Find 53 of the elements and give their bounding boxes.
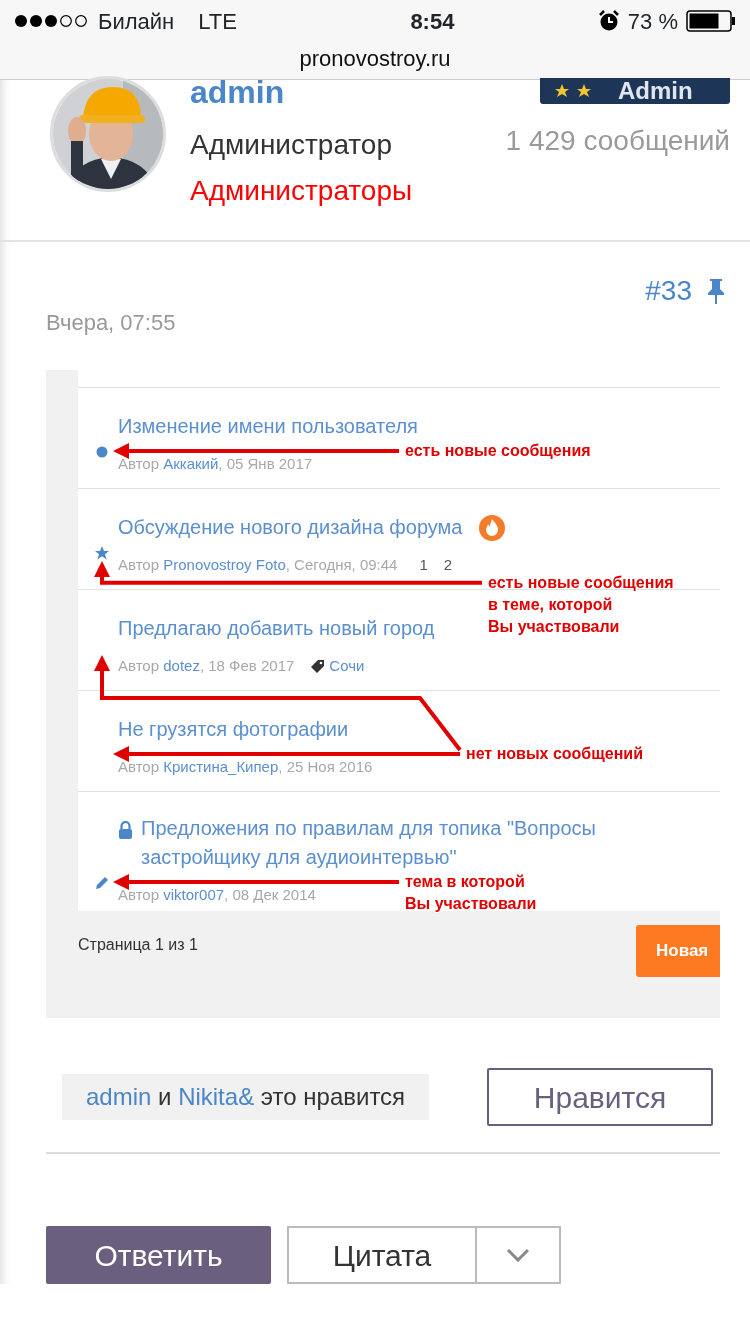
tag-link[interactable]: Сочи — [329, 655, 365, 678]
topic-meta: Автор Pronovostroy Foto, Сегодня, 09:44 — [118, 555, 398, 575]
battery-text: 73 % — [627, 7, 678, 36]
post-date: Вчера, 07:55 — [46, 309, 176, 337]
page-link[interactable]: 2 — [443, 554, 453, 577]
new-topic-button[interactable]: Новая — [636, 925, 720, 977]
topic-meta: Автор Аккакий, 05 Янв 2017 — [118, 454, 313, 474]
star-icon — [94, 545, 110, 561]
reply-button[interactable]: Ответить — [46, 1226, 271, 1284]
quote-button[interactable]: Цитата — [287, 1226, 475, 1284]
post-number-link[interactable]: #33 — [645, 270, 692, 312]
tag-icon — [310, 658, 326, 674]
annotation-text: в теме, которой — [488, 594, 614, 615]
like-button[interactable]: Нравится — [487, 1068, 713, 1126]
signal-icon — [14, 14, 90, 28]
topic-title-link[interactable]: Обсуждение нового дизайна форума — [118, 513, 463, 542]
dropdown-button[interactable] — [475, 1226, 561, 1284]
topic-meta: Автор viktor007, 08 Дек 2014 — [118, 885, 316, 905]
username-link[interactable]: admin — [190, 76, 413, 108]
user-title: Администратор — [190, 128, 393, 162]
carrier-text: Билайн — [98, 7, 175, 36]
author-link[interactable]: viktor007 — [163, 886, 225, 903]
topic-title-link[interactable]: Предложения по правилам для топика "Вопросы застройщику для аудиоинтервью" — [141, 814, 712, 872]
annotation-text: есть новые сообщения — [488, 572, 674, 593]
topic-title-link[interactable]: Не грузятся фотографии — [118, 715, 349, 744]
network-text: LTE — [198, 7, 237, 36]
author-link[interactable]: dotez — [163, 657, 200, 674]
status-dot-icon — [94, 444, 110, 460]
alarm-icon — [597, 10, 620, 32]
user-link[interactable]: Nikita& — [178, 1083, 255, 1110]
user-group: Администраторы — [190, 170, 413, 212]
topic-title-link[interactable]: Изменение имени пользователя — [118, 412, 418, 441]
annotation-text: есть новые сообщения — [405, 441, 591, 461]
annotation-text: тема в которой — [405, 872, 526, 892]
caret-icon — [506, 1248, 530, 1262]
annotation-text: нет новых сообщений — [466, 744, 643, 764]
pagination-text: Страница 1 из 1 — [78, 935, 198, 955]
topic-title-link[interactable]: Предлагаю добавить новый город — [118, 614, 435, 643]
author-link[interactable]: Pronovostroy Foto — [163, 556, 286, 573]
pin-icon[interactable] — [708, 278, 724, 304]
user-link[interactable]: admin — [86, 1083, 152, 1110]
pencil-icon — [94, 875, 110, 891]
page-link[interactable]: 1 — [419, 554, 428, 577]
address-bar-url[interactable]: pronovostroy.ru — [299, 46, 451, 71]
rank-badge: Admin — [540, 78, 730, 104]
post-count: 1 429 сообщений — [505, 124, 730, 158]
clock-time: 8:54 — [410, 7, 455, 36]
annotation-text: Вы участвовали — [488, 616, 621, 637]
topic-meta: Автор Кристина_Кипер, 25 Ноя 2016 — [118, 757, 373, 777]
topic-meta: Автор dotez, 18 Фев 2017 — [118, 656, 295, 676]
battery-icon — [686, 10, 736, 32]
annotation-text: Вы участвовали — [405, 894, 537, 914]
likes-text: admin и Nikita& это нравится — [62, 1074, 430, 1120]
